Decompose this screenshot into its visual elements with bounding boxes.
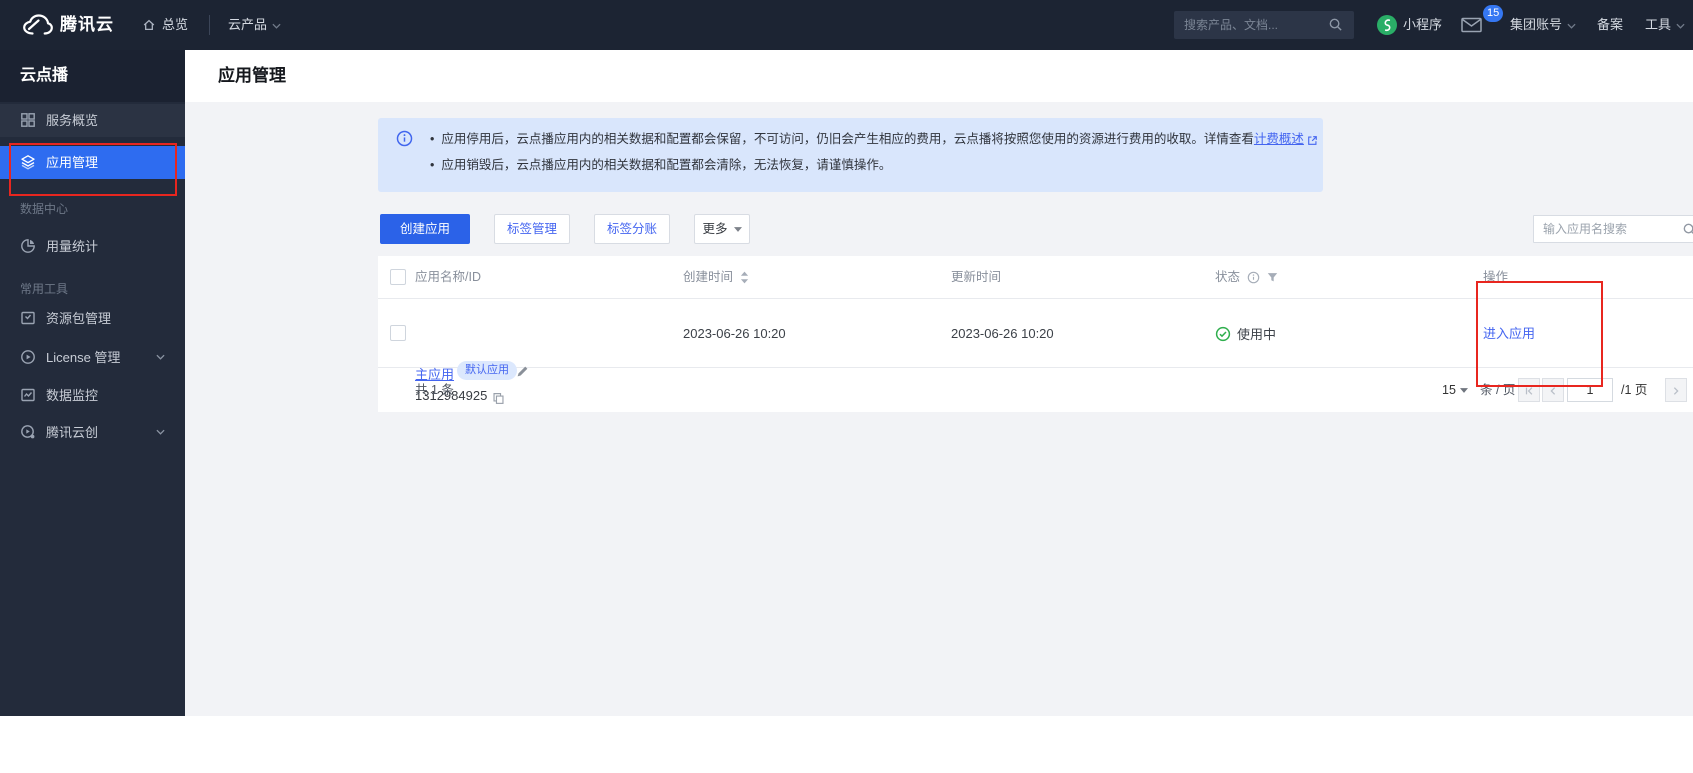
sidebar-item-label: 数据监控 bbox=[46, 379, 98, 412]
external-link-icon[interactable] bbox=[1307, 130, 1318, 150]
sort-icon[interactable] bbox=[740, 270, 749, 286]
group-account-label: 集团账号 bbox=[1510, 17, 1562, 32]
prev-page-button[interactable] bbox=[1542, 378, 1564, 402]
chevron-down-icon bbox=[734, 215, 742, 243]
chevron-down-icon bbox=[272, 0, 281, 50]
app-root: 腾讯云 总览 云产品 小程序 15 集团账号 备案 工具 云点播 服务概览 bbox=[0, 0, 1693, 773]
check-circle-icon bbox=[1215, 326, 1231, 342]
sidebar-item-usage-stats[interactable]: 用量统计 bbox=[0, 230, 185, 263]
chevron-down-icon[interactable] bbox=[156, 429, 165, 435]
play-circle-icon bbox=[20, 349, 36, 365]
mini-program-icon[interactable] bbox=[1377, 15, 1397, 35]
page-size-unit: 条 / 页 bbox=[1480, 368, 1515, 412]
col-header-status: 状态 bbox=[1215, 256, 1240, 299]
first-page-button[interactable] bbox=[1518, 378, 1540, 402]
status-cell: 使用中 bbox=[1215, 299, 1276, 368]
grid-icon bbox=[20, 112, 36, 128]
more-button[interactable]: 更多 bbox=[694, 214, 750, 244]
total-pages: /1 页 bbox=[1621, 368, 1647, 412]
page-size-value: 15 bbox=[1442, 383, 1456, 397]
status-info-icon[interactable] bbox=[1247, 271, 1260, 285]
tencent-cloud-logo-icon[interactable] bbox=[20, 13, 54, 37]
more-label: 更多 bbox=[702, 222, 727, 236]
info-banner: 应用停用后，云点播应用内的相关数据和配置都会保留，不可访问，仍旧会产生相应的费用… bbox=[378, 118, 1323, 192]
col-header-name: 应用名称/ID bbox=[415, 256, 481, 299]
sidebar-item-app-management[interactable]: 应用管理 bbox=[0, 146, 185, 179]
row-checkbox[interactable] bbox=[390, 325, 406, 341]
sidebar-item-label: License 管理 bbox=[46, 341, 120, 374]
page-header: 应用管理 bbox=[185, 50, 1693, 102]
banner-line-1: 应用停用后，云点播应用内的相关数据和配置都会保留，不可访问，仍旧会产生相应的费用… bbox=[430, 129, 1318, 149]
tag-manage-button[interactable]: 标签管理 bbox=[494, 214, 570, 244]
sidebar-section-data-center: 数据中心 bbox=[20, 200, 170, 217]
created-time: 2023-06-26 10:20 bbox=[683, 299, 786, 368]
pagination-row: 共 1 条 15 条 / 页 /1 页 bbox=[378, 368, 1693, 412]
nav-tools[interactable]: 工具 bbox=[1645, 0, 1685, 50]
col-header-updated: 更新时间 bbox=[951, 256, 1001, 299]
status-text: 使用中 bbox=[1237, 324, 1276, 343]
chevron-down-icon bbox=[1460, 368, 1468, 412]
app-table-card: 应用名称/ID 创建时间 更新时间 状态 操作 主应用 默认应用 1312984… bbox=[378, 256, 1693, 412]
pie-chart-icon bbox=[20, 238, 36, 254]
sidebar-product-title: 云点播 bbox=[0, 50, 185, 102]
search-icon[interactable] bbox=[1328, 17, 1343, 32]
nav-overview[interactable]: 总览 bbox=[162, 0, 188, 50]
info-icon bbox=[396, 130, 413, 147]
sidebar-section-common-tools: 常用工具 bbox=[20, 280, 170, 297]
sidebar-item-cloud-create[interactable]: 腾讯云创 bbox=[0, 416, 185, 449]
app-name-search-input[interactable] bbox=[1533, 215, 1693, 243]
banner-line-2: 应用销毁后，云点播应用内的相关数据和配置都会清除，无法恢复，请谨慎操作。 bbox=[430, 155, 1318, 175]
nav-beian[interactable]: 备案 bbox=[1597, 0, 1623, 50]
tools-label: 工具 bbox=[1645, 17, 1671, 32]
chevron-down-icon[interactable] bbox=[156, 354, 165, 360]
sidebar-item-label: 腾讯云创 bbox=[46, 416, 98, 449]
filter-icon[interactable] bbox=[1267, 272, 1278, 284]
col-header-action: 操作 bbox=[1483, 256, 1508, 299]
package-icon bbox=[20, 310, 36, 326]
mail-count-badge: 15 bbox=[1483, 5, 1503, 22]
global-search-input[interactable] bbox=[1174, 11, 1354, 39]
table-row: 主应用 默认应用 1312984925 2023-06-26 10:20 202… bbox=[378, 299, 1693, 368]
nav-divider bbox=[209, 15, 210, 35]
top-navbar: 腾讯云 总览 云产品 小程序 15 集团账号 备案 工具 bbox=[0, 0, 1693, 50]
col-header-created[interactable]: 创建时间 bbox=[683, 256, 733, 299]
brand-name[interactable]: 腾讯云 bbox=[60, 0, 114, 50]
page-number-input[interactable] bbox=[1567, 378, 1613, 402]
mail-icon[interactable] bbox=[1461, 17, 1482, 33]
home-icon bbox=[142, 18, 156, 32]
sidebar-item-label: 资源包管理 bbox=[46, 302, 111, 335]
nav-products-label: 云产品 bbox=[228, 17, 267, 32]
next-page-button[interactable] bbox=[1665, 378, 1687, 402]
sidebar-item-resource-package[interactable]: 资源包管理 bbox=[0, 302, 185, 335]
table-header-row: 应用名称/ID 创建时间 更新时间 状态 操作 bbox=[378, 256, 1693, 299]
chevron-down-icon bbox=[1567, 0, 1576, 50]
sidebar: 云点播 服务概览 应用管理 数据中心 用量统计 常用工具 资源包管理 bbox=[0, 50, 185, 716]
chevron-down-icon bbox=[1676, 0, 1685, 50]
monitor-chart-icon bbox=[20, 387, 36, 403]
tag-split-button[interactable]: 标签分账 bbox=[594, 214, 670, 244]
create-app-button[interactable]: 创建应用 bbox=[380, 214, 470, 244]
nav-mini-program[interactable]: 小程序 bbox=[1403, 0, 1442, 50]
search-icon[interactable] bbox=[1682, 222, 1693, 237]
sidebar-item-data-monitor[interactable]: 数据监控 bbox=[0, 379, 185, 412]
cloud-create-icon bbox=[20, 424, 36, 440]
sidebar-item-service-overview[interactable]: 服务概览 bbox=[0, 104, 185, 137]
sidebar-item-license-management[interactable]: License 管理 bbox=[0, 341, 185, 374]
billing-overview-link[interactable]: 计费概述 bbox=[1254, 132, 1304, 146]
enter-app-link[interactable]: 进入应用 bbox=[1483, 299, 1535, 368]
layers-icon bbox=[20, 154, 36, 170]
page-size-select[interactable]: 15 bbox=[1442, 368, 1468, 412]
total-count: 共 1 条 bbox=[415, 368, 454, 412]
nav-group-account[interactable]: 集团账号 bbox=[1510, 0, 1576, 50]
sidebar-item-label: 应用管理 bbox=[46, 146, 98, 179]
banner-line1-text: 应用停用后，云点播应用内的相关数据和配置都会保留，不可访问，仍旧会产生相应的费用… bbox=[441, 132, 1254, 146]
nav-products[interactable]: 云产品 bbox=[228, 0, 281, 50]
sidebar-item-label: 服务概览 bbox=[46, 104, 98, 137]
select-all-checkbox[interactable] bbox=[390, 269, 406, 285]
page-title: 应用管理 bbox=[218, 50, 286, 102]
sidebar-item-label: 用量统计 bbox=[46, 230, 98, 263]
updated-time: 2023-06-26 10:20 bbox=[951, 299, 1054, 368]
